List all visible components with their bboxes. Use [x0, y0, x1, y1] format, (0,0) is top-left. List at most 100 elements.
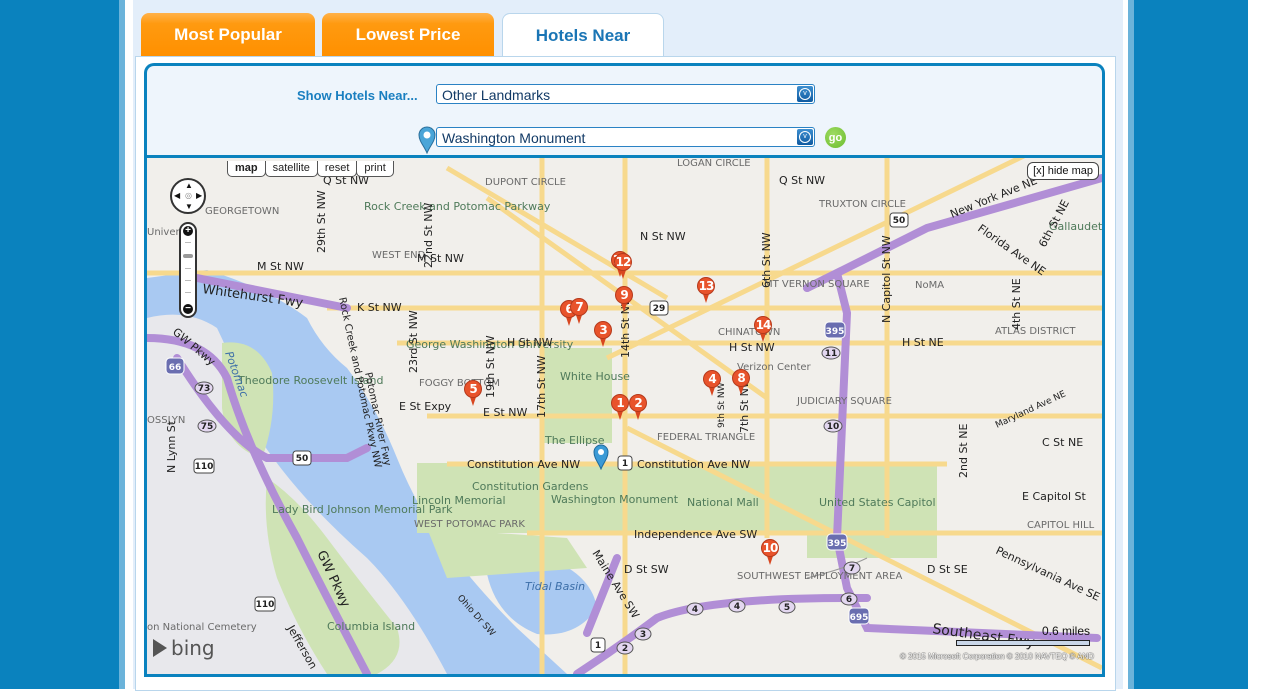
- label-capitol-hill: CAPITOL HILL: [1027, 520, 1095, 531]
- hotel-marker[interactable]: 8: [732, 369, 750, 397]
- pan-up-icon[interactable]: ▲: [185, 182, 193, 190]
- svg-text:1: 1: [622, 459, 628, 469]
- hotel-marker-number: 2: [634, 396, 642, 410]
- label-e-st: E St NW: [483, 406, 527, 419]
- hotel-marker-number: 8: [737, 371, 745, 385]
- label-wash-monument: Washington Monument: [551, 493, 679, 506]
- map-copyright: © 2015 Microsoft Corporation © 2010 NAVT…: [899, 652, 1094, 661]
- shield-r110: 110: [193, 458, 215, 474]
- zoom-slider-thumb[interactable]: [183, 254, 193, 258]
- print-button[interactable]: print: [356, 161, 394, 177]
- hotel-marker[interactable]: 1: [611, 394, 629, 422]
- hotel-marker[interactable]: 10: [761, 539, 779, 567]
- map-view-buttons: map satellite reset print: [227, 161, 394, 177]
- label-judiciary: JUDICIARY SQUARE: [796, 396, 892, 407]
- label-2nd-st-ne: 2nd St NE: [957, 424, 970, 478]
- svg-text:6: 6: [846, 595, 852, 605]
- category-select[interactable]: Other Landmarks v: [436, 84, 815, 104]
- hotel-marker[interactable]: 2: [629, 394, 647, 422]
- map-view-button[interactable]: map: [227, 161, 266, 177]
- svg-text:10: 10: [827, 422, 840, 432]
- chevron-down-icon[interactable]: v: [797, 86, 813, 102]
- pan-down-icon[interactable]: ▼: [185, 203, 193, 211]
- label-17th-st: 17th St NW: [535, 355, 548, 418]
- label-sw-employment: SOUTHWEST EMPLOYMENT AREA: [737, 571, 902, 582]
- hotel-marker[interactable]: 3: [594, 321, 612, 349]
- shield-r75: 75: [197, 419, 217, 433]
- hotel-marker-number: 7: [575, 300, 583, 314]
- map[interactable]: GEORGETOWN Univers WEST END DUPONT CIRCL…: [144, 155, 1105, 677]
- hotel-marker[interactable]: 14: [754, 316, 772, 344]
- label-mt-vernon: MT VERNON SQUARE: [764, 279, 870, 290]
- label-national-mall: National Mall: [687, 496, 759, 509]
- pan-control[interactable]: ▲ ▼ ◀ ▶ ◎: [170, 178, 206, 214]
- hotel-marker-number: 1: [616, 396, 624, 410]
- svg-text:29: 29: [653, 304, 666, 314]
- tab-label: Hotels Near: [535, 26, 631, 45]
- landmark-marker[interactable]: [593, 444, 609, 470]
- tab-hotels-near[interactable]: Hotels Near: [502, 13, 664, 58]
- zoom-out-icon[interactable]: −: [183, 304, 193, 314]
- svg-text:73: 73: [198, 384, 211, 394]
- exit-5: 5: [778, 600, 796, 614]
- pan-right-icon[interactable]: ▶: [196, 192, 202, 200]
- hotel-marker[interactable]: 13: [697, 277, 715, 305]
- svg-text:2: 2: [622, 644, 628, 654]
- go-button[interactable]: go: [825, 127, 846, 148]
- svg-text:50: 50: [296, 454, 309, 464]
- hotel-marker[interactable]: 9: [615, 286, 633, 314]
- tab-lowest-price[interactable]: Lowest Price: [322, 13, 494, 56]
- label-constitution-2: Constitution Ave NW: [637, 458, 750, 471]
- shield-i695: 695: [848, 607, 870, 625]
- label-tidal-basin: Tidal Basin: [525, 580, 585, 593]
- label-h-st-ne: H St NE: [902, 336, 944, 349]
- shield-us29: 29: [649, 300, 669, 316]
- label-arlington-cemetery: on National Cemetery: [147, 622, 257, 633]
- label-n-st: N St NW: [640, 230, 686, 243]
- label-constitution-gardens: Constitution Gardens: [472, 480, 589, 493]
- page-background-left-edge: [119, 0, 125, 689]
- svg-text:3: 3: [640, 630, 646, 640]
- hotel-marker-number: 4: [708, 372, 716, 386]
- svg-text:1: 1: [595, 641, 601, 651]
- label-constitution: Constitution Ave NW: [467, 458, 580, 471]
- hotel-marker[interactable]: 7: [570, 298, 588, 326]
- hotel-search-widget: Most Popular Lowest Price Hotels Near Sh…: [133, 0, 1123, 691]
- satellite-view-button[interactable]: satellite: [264, 161, 318, 177]
- pan-center-icon[interactable]: ◎: [185, 192, 192, 200]
- shield-i395: 395: [824, 321, 846, 339]
- chevron-down-icon[interactable]: v: [797, 129, 813, 145]
- svg-text:4: 4: [734, 602, 740, 612]
- tab-most-popular[interactable]: Most Popular: [141, 13, 315, 56]
- bing-logo-text: bing: [171, 636, 215, 660]
- page-background-left: [0, 0, 119, 689]
- bing-logo: bing: [153, 636, 215, 660]
- page-background-right: [1134, 0, 1248, 689]
- reset-button[interactable]: reset: [316, 161, 358, 177]
- zoom-in-icon[interactable]: +: [183, 226, 193, 236]
- hotel-marker[interactable]: 4: [703, 370, 721, 398]
- hotel-marker[interactable]: 5: [464, 380, 482, 408]
- zoom-tick: [185, 280, 191, 281]
- hotel-marker[interactable]: 12: [614, 253, 632, 281]
- svg-text:5: 5: [784, 603, 790, 613]
- label-29th-st: 29th St NW: [315, 190, 328, 253]
- landmark-pin-icon: [418, 126, 436, 154]
- label-k-st: K St NW: [357, 301, 402, 314]
- svg-text:4: 4: [692, 605, 698, 615]
- shield-us50: 50: [889, 212, 909, 228]
- hotel-marker-number: 5: [469, 382, 477, 396]
- label-atlas: ATLAS DISTRICT: [995, 326, 1076, 337]
- svg-text:50: 50: [893, 216, 906, 226]
- exit-10: 10: [823, 419, 843, 433]
- pan-left-icon[interactable]: ◀: [174, 192, 180, 200]
- shield-r110b: 110: [254, 596, 276, 612]
- label-lady-bird: Lady Bird Johnson Memorial Park: [272, 503, 453, 516]
- zoom-slider[interactable]: + −: [179, 222, 197, 318]
- landmark-select[interactable]: Washington Monument v: [436, 127, 815, 147]
- label-noma: NoMA: [915, 280, 944, 291]
- hide-map-button[interactable]: [x] hide map: [1027, 162, 1099, 180]
- shield-i395b: 395: [826, 533, 848, 551]
- label-white-house: White House: [560, 370, 630, 383]
- label-truxton: TRUXTON CIRCLE: [818, 199, 906, 210]
